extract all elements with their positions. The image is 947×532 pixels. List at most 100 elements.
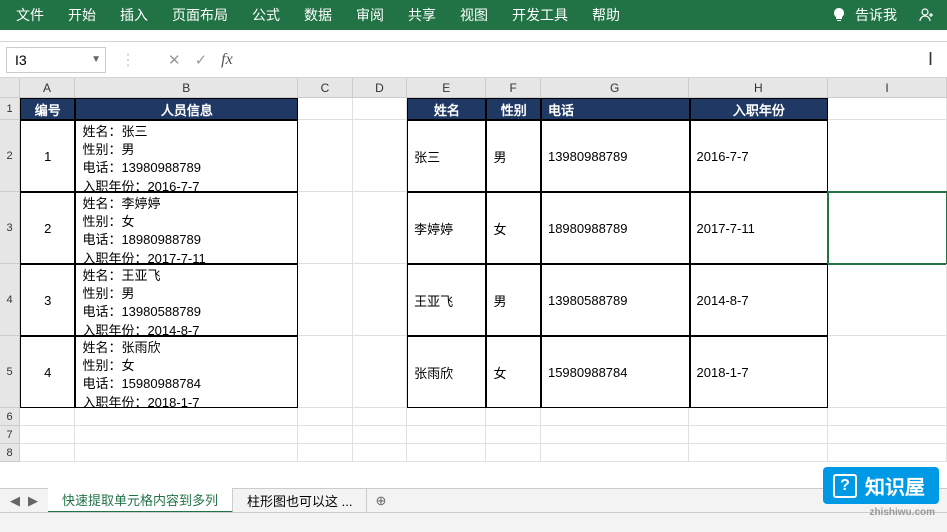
row-header[interactable]: 5: [0, 336, 20, 408]
cell[interactable]: [407, 444, 486, 462]
t2-header-name[interactable]: 姓名: [407, 98, 486, 120]
t2-gender[interactable]: 男: [486, 264, 541, 336]
t2-name[interactable]: 张雨欣: [407, 336, 486, 408]
t2-phone[interactable]: 13980988789: [541, 120, 690, 192]
t2-year[interactable]: 2016-7-7: [690, 120, 829, 192]
sheet-nav-next-icon[interactable]: ▶: [28, 493, 38, 509]
col-header-E[interactable]: E: [407, 78, 486, 98]
ribbon-tab-formula[interactable]: 公式: [240, 1, 292, 29]
t1-id[interactable]: 4: [20, 336, 75, 408]
sheet-nav-prev-icon[interactable]: ◀: [10, 493, 20, 509]
cell[interactable]: [407, 408, 486, 426]
t2-year[interactable]: 2018-1-7: [690, 336, 829, 408]
cell[interactable]: [486, 444, 540, 462]
t1-id[interactable]: 1: [20, 120, 75, 192]
cell[interactable]: [353, 98, 407, 120]
col-header-G[interactable]: G: [541, 78, 690, 98]
t2-name[interactable]: 张三: [407, 120, 486, 192]
cell[interactable]: [20, 426, 75, 444]
cell-I5[interactable]: [828, 336, 947, 408]
cell-I1[interactable]: [828, 98, 947, 120]
t2-gender[interactable]: 女: [486, 336, 541, 408]
cell[interactable]: [353, 264, 407, 336]
t2-gender[interactable]: 女: [486, 192, 541, 264]
ribbon-tab-share[interactable]: 共享: [396, 1, 448, 29]
cell[interactable]: [298, 336, 352, 408]
t2-year[interactable]: 2014-8-7: [690, 264, 829, 336]
row-header[interactable]: 8: [0, 444, 20, 462]
cell[interactable]: [20, 408, 75, 426]
cell[interactable]: [75, 408, 298, 426]
t1-id[interactable]: 2: [20, 192, 75, 264]
cell[interactable]: [298, 408, 352, 426]
name-box-dropdown-icon[interactable]: ▼: [91, 54, 101, 65]
col-header-H[interactable]: H: [689, 78, 828, 98]
cell[interactable]: [486, 426, 540, 444]
cell[interactable]: [541, 444, 690, 462]
ribbon-tab-data[interactable]: 数据: [292, 1, 344, 29]
fx-icon[interactable]: fx: [221, 51, 233, 69]
row-header[interactable]: 6: [0, 408, 20, 426]
cell-I2[interactable]: [828, 120, 947, 192]
t1-info[interactable]: 姓名：张雨欣 性别：女 电话：15980988784 入职年份：2018-1-7: [75, 336, 298, 408]
tell-me[interactable]: 告诉我: [855, 5, 897, 25]
t1-info[interactable]: 姓名：张三 性别：男 电话：13980988789 入职年份：2016-7-7: [75, 120, 298, 192]
row-header[interactable]: 3: [0, 192, 20, 264]
cell[interactable]: [828, 426, 947, 444]
cell-I4[interactable]: [828, 264, 947, 336]
cell[interactable]: [20, 444, 75, 462]
cancel-icon[interactable]: ✕: [168, 51, 181, 69]
col-header-C[interactable]: C: [298, 78, 352, 98]
cell[interactable]: [689, 444, 828, 462]
cell[interactable]: [689, 408, 828, 426]
t2-header-gender[interactable]: 性别: [486, 98, 540, 120]
enter-icon[interactable]: ✓: [195, 51, 208, 69]
t2-year[interactable]: 2017-7-11: [690, 192, 829, 264]
cell[interactable]: [298, 192, 352, 264]
cell[interactable]: [353, 426, 407, 444]
cell[interactable]: [298, 426, 352, 444]
col-header-A[interactable]: A: [20, 78, 75, 98]
t1-info[interactable]: 姓名：王亚飞 性别：男 电话：13980588789 入职年份：2014-8-7: [75, 264, 298, 336]
t2-header-phone[interactable]: 电话: [541, 98, 690, 120]
cell[interactable]: [828, 408, 947, 426]
cell[interactable]: [353, 408, 407, 426]
ribbon-tab-insert[interactable]: 插入: [108, 1, 160, 29]
ribbon-tab-dev[interactable]: 开发工具: [500, 1, 580, 29]
t1-info[interactable]: 姓名：李婷婷 性别：女 电话：18980988789 入职年份：2017-7-1…: [75, 192, 298, 264]
cell[interactable]: [407, 426, 486, 444]
cell[interactable]: [298, 444, 352, 462]
cell[interactable]: [828, 444, 947, 462]
formula-input[interactable]: [251, 47, 928, 73]
cell[interactable]: [298, 120, 352, 192]
select-all-corner[interactable]: [0, 78, 20, 98]
t1-id[interactable]: 3: [20, 264, 75, 336]
t2-phone[interactable]: 13980588789: [541, 264, 690, 336]
ribbon-tab-home[interactable]: 开始: [56, 1, 108, 29]
t2-phone[interactable]: 15980988784: [541, 336, 690, 408]
col-header-I[interactable]: I: [828, 78, 947, 98]
t2-name[interactable]: 李婷婷: [407, 192, 486, 264]
t1-header-id[interactable]: 编号: [20, 98, 75, 120]
sheet-tab-inactive[interactable]: 柱形图也可以这 ...: [233, 489, 367, 512]
cell[interactable]: [486, 408, 540, 426]
t2-name[interactable]: 王亚飞: [407, 264, 486, 336]
row-header[interactable]: 1: [0, 98, 20, 120]
cell[interactable]: [298, 98, 352, 120]
sheet-tab-active[interactable]: 快速提取单元格内容到多列: [48, 488, 233, 513]
cell[interactable]: [353, 444, 407, 462]
ribbon-tab-file[interactable]: 文件: [4, 1, 56, 29]
col-header-D[interactable]: D: [353, 78, 407, 98]
row-header[interactable]: 7: [0, 426, 20, 444]
cell[interactable]: [353, 336, 407, 408]
row-header[interactable]: 2: [0, 120, 20, 192]
t2-header-year[interactable]: 入职年份: [690, 98, 829, 120]
add-sheet-button[interactable]: ⊕: [367, 493, 394, 509]
cell[interactable]: [298, 264, 352, 336]
ribbon-tab-layout[interactable]: 页面布局: [160, 1, 240, 29]
name-box[interactable]: I3 ▼: [6, 47, 106, 73]
cell[interactable]: [689, 426, 828, 444]
col-header-B[interactable]: B: [75, 78, 298, 98]
row-header[interactable]: 4: [0, 264, 20, 336]
cell[interactable]: [353, 120, 407, 192]
